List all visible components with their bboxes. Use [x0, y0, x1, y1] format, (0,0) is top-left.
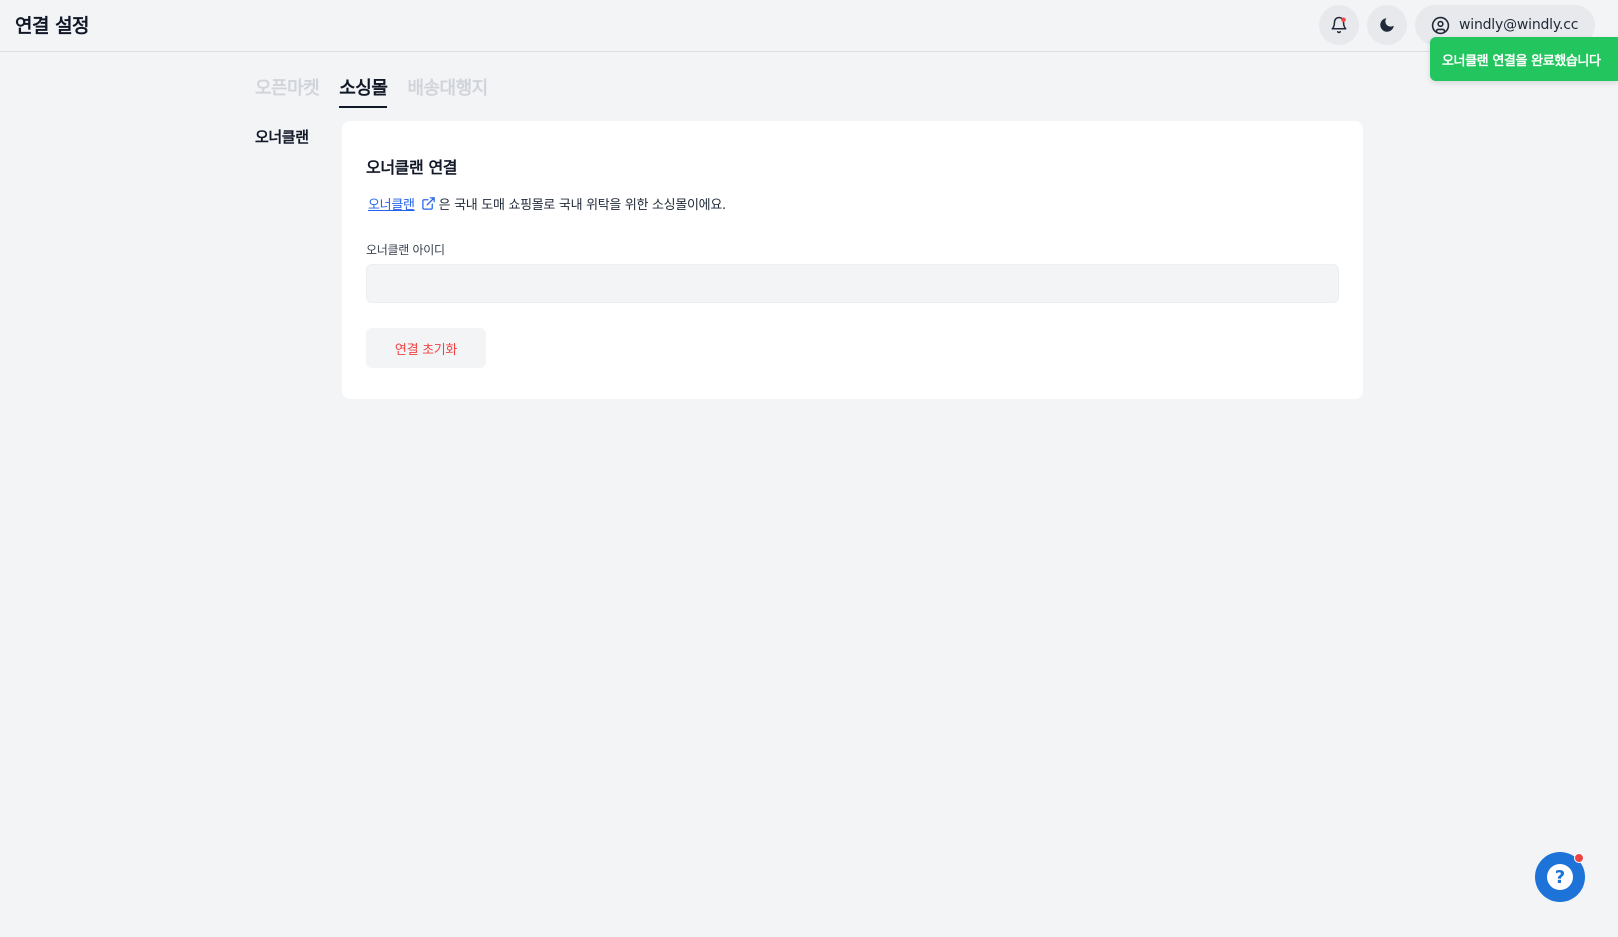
sidebar-item-ownerclan[interactable]: 오너클랜	[255, 126, 309, 147]
id-field-label: 오너클랜 아이디	[366, 243, 445, 257]
moon-icon	[1378, 16, 1396, 34]
tab-forwarding-agent[interactable]: 배송대행지	[407, 74, 488, 108]
user-email: windly@windly.cc	[1459, 17, 1579, 33]
help-notification-dot	[1574, 853, 1584, 863]
card-title: 오너클랜 연결	[366, 158, 458, 177]
top-bar: 연결 설정 windly@windly.cc	[0, 0, 1618, 52]
success-toast: 오너클랜 연결을 완료했습니다	[1430, 37, 1618, 81]
reset-connection-button[interactable]: 연결 초기화	[366, 328, 486, 368]
tab-bar: 오픈마켓 소싱몰 배송대행지	[255, 74, 508, 108]
notifications-button[interactable]	[1319, 5, 1359, 45]
page-title: 연결 설정	[15, 15, 90, 37]
external-link-icon[interactable]	[421, 196, 436, 211]
ownerclan-id-input[interactable]	[366, 264, 1339, 303]
dark-mode-toggle[interactable]	[1367, 5, 1407, 45]
question-icon: ?	[1547, 864, 1573, 890]
description-text: 은 국내 도매 쇼핑몰로 국내 위탁을 위한 소싱몰이에요.	[438, 198, 726, 213]
tab-sourcing-mall[interactable]: 소싱몰	[339, 74, 388, 108]
ownerclan-link[interactable]: 오너클랜	[368, 194, 415, 213]
bell-icon	[1330, 16, 1348, 34]
help-button[interactable]: ?	[1535, 852, 1585, 902]
card-description: 오너클랜 은 국내 도매 쇼핑몰로 국내 위탁을 위한 소싱몰이에요.	[368, 194, 726, 213]
user-circle-icon	[1431, 16, 1450, 35]
connection-card: 오너클랜 연결 오너클랜 은 국내 도매 쇼핑몰로 국내 위탁을 위한 소싱몰이…	[342, 121, 1363, 399]
tab-open-market[interactable]: 오픈마켓	[255, 74, 320, 108]
